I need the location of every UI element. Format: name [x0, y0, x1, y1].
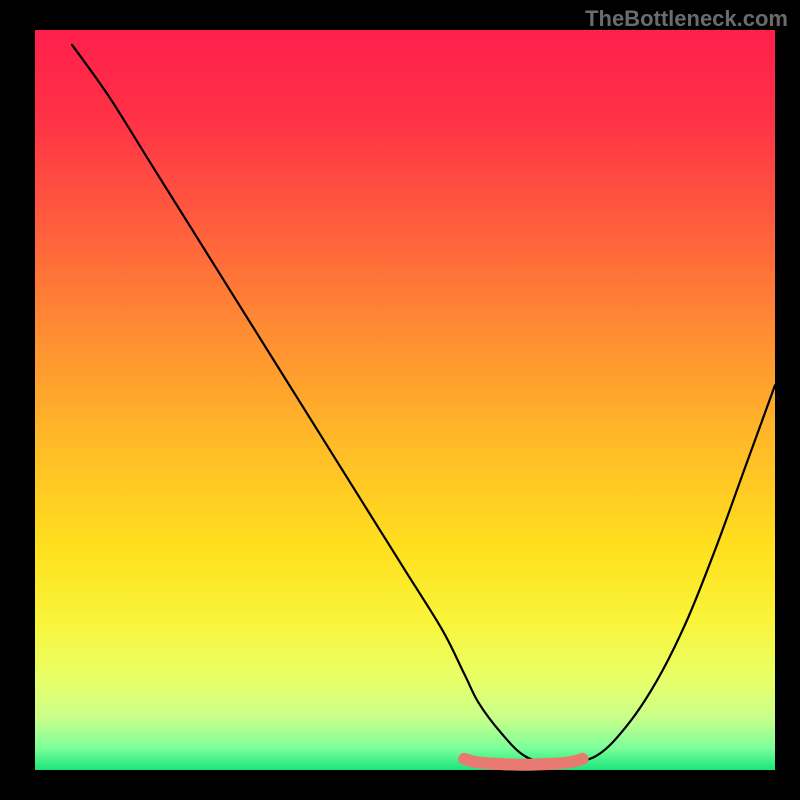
- watermark-text: TheBottleneck.com: [585, 6, 788, 32]
- bottleneck-chart: [0, 0, 800, 800]
- optimal-zone-marker: [464, 759, 582, 765]
- chart-svg: [0, 0, 800, 800]
- plot-area: [35, 30, 775, 770]
